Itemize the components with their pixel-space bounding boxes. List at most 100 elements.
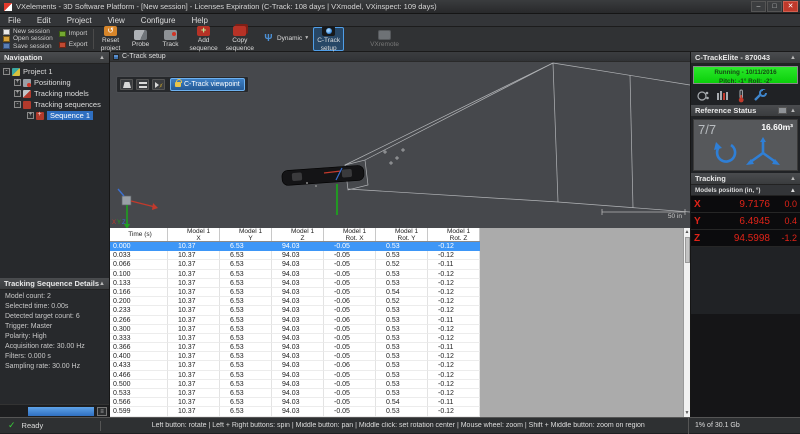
table-cell: 6.53 [220,279,272,288]
c-track-setup-button[interactable]: C-Track setup [313,27,344,51]
sidebar-item-positioning[interactable]: +Positioning [0,77,109,88]
column-header[interactable]: Model 1Rot. Z [428,228,480,241]
minimize-button[interactable]: – [751,1,766,12]
table-scrollbar[interactable]: ▲ ▼ [683,228,690,417]
close-button[interactable]: ✕ [783,1,798,12]
dynamic-button[interactable]: ΨDynamic▼ [258,27,313,51]
c-track-header[interactable]: C-TrackElite - 870043 ▲ [691,52,800,64]
menu-edit[interactable]: Edit [29,14,59,27]
collapse-icon[interactable]: ▲ [99,52,105,64]
sidebar-item-sequence-1[interactable]: +Sequence 1 [0,110,109,121]
sidebar-item-tracking-sequences[interactable]: -Tracking sequences [0,99,109,110]
table-row[interactable]: 0.00010.376.5394.03-0.050.53-0.12 [110,242,480,251]
add-sequence-button[interactable]: +Add sequence [186,27,222,51]
table-row[interactable]: 0.06610.376.5394.03-0.050.52-0.11 [110,260,480,269]
header-line1: Model 1 [178,228,219,235]
table-row[interactable]: 0.50010.376.5394.03-0.050.53-0.12 [110,380,480,389]
table-row[interactable]: 0.46610.376.5394.03-0.050.53-0.12 [110,371,480,380]
table-cell: -0.12 [428,242,480,251]
collapse-icon[interactable]: ▲ [99,278,105,290]
column-header[interactable]: Time (s) [110,228,168,241]
table-row[interactable]: 0.20010.376.5394.03-0.060.52-0.12 [110,297,480,306]
c-track-viewpoint-button[interactable]: C-Track viewpoint [170,78,245,91]
tree-expander-icon[interactable]: + [27,112,34,119]
table-cell: 0.366 [110,343,168,352]
table-row[interactable]: 0.36610.376.5394.03-0.050.53-0.11 [110,343,480,352]
reset-project-button[interactable]: ↺Reset project [96,27,126,51]
tracking-header[interactable]: Tracking ▲ [691,173,800,185]
sidebar-item-tracking-models[interactable]: +Tracking models [0,88,109,99]
track-button[interactable]: Track [156,27,186,51]
table-cell: 94.03 [272,407,324,416]
view-frustum-icon[interactable] [120,79,133,90]
new-session-button[interactable]: New session [3,28,53,35]
models-position-header[interactable]: Models position (in, °) ▲ [691,185,800,196]
navigation-header[interactable]: Navigation ▲ [0,52,109,64]
copy-sequence-icon [233,26,246,36]
viewpoint-button-label: C-Track viewpoint [184,81,240,88]
tree-expander-icon[interactable]: + [14,79,21,86]
calibration-icon[interactable] [716,89,730,103]
table-row[interactable]: 0.13310.376.5394.03-0.050.53-0.12 [110,279,480,288]
collapse-icon[interactable]: ▲ [790,185,796,195]
probe-button[interactable]: Probe [126,27,156,51]
temperature-icon[interactable] [736,89,746,103]
column-header[interactable]: Model 1Y [220,228,272,241]
scroll-thumb[interactable] [685,237,690,263]
tracker-status-line1: Running - 10/11/2016 [694,68,797,77]
menu-help[interactable]: Help [183,14,215,27]
tree-expander-icon[interactable]: - [3,68,10,75]
sidebar-item-project-1[interactable]: -Project 1 [0,66,109,77]
table-cell: 10.37 [168,407,220,416]
open-session-button[interactable]: Open session [3,35,53,42]
table-row[interactable]: 0.53310.376.5394.03-0.050.53-0.12 [110,389,480,398]
column-header[interactable]: Model 1Rot. Y [376,228,428,241]
column-header[interactable]: Model 1X [168,228,220,241]
button-label: Probe [132,41,149,48]
menu-file[interactable]: File [0,14,29,27]
table-row[interactable]: 0.43310.376.5394.03-0.060.53-0.12 [110,361,480,370]
title-bar[interactable]: VXelements - 3D Software Platform - [New… [0,0,800,14]
menu-view[interactable]: View [100,14,133,27]
table-row[interactable]: 0.10010.376.5394.03-0.050.53-0.12 [110,270,480,279]
camera-view-icon[interactable] [778,107,787,114]
list-menu-button[interactable]: ≡ [97,407,107,416]
reference-status-header[interactable]: Reference Status ▲ [691,105,800,117]
tree-expander-icon[interactable]: - [14,101,21,108]
tree-expander-icon[interactable]: + [14,90,21,97]
split-view-icon[interactable] [136,79,149,90]
lock-icon [175,82,181,87]
viewport-canvas[interactable]: C-Track viewpoint 50 in XYZ [110,62,690,228]
save-session-button[interactable]: Save session [3,43,53,50]
collapse-icon[interactable]: ▲ [790,52,796,64]
table-row[interactable]: 0.23310.376.5394.03-0.050.53-0.12 [110,306,480,315]
maximize-button[interactable]: □ [767,1,782,12]
table-row[interactable]: 0.40010.376.5394.03-0.050.53-0.12 [110,352,480,361]
table-row[interactable]: 0.26610.376.5394.03-0.060.53-0.11 [110,316,480,325]
table-row[interactable]: 0.16610.376.5394.03-0.050.54-0.12 [110,288,480,297]
table-cell: 0.066 [110,260,168,269]
table-row[interactable]: 0.03310.376.5394.03-0.050.53-0.12 [110,251,480,260]
projector-alert-icon[interactable] [152,79,165,90]
import-button[interactable]: Import [59,30,88,37]
copy-sequence-button[interactable]: Copy sequence [222,27,258,51]
menu-project[interactable]: Project [59,14,100,27]
configuration-icon[interactable] [752,89,768,103]
viewport-3d[interactable]: C-Track setup [110,52,690,228]
table-row[interactable]: 0.59910.376.5394.03-0.050.53-0.12 [110,407,480,416]
targets-detection-icon[interactable] [696,89,710,103]
dropdown-arrow-icon[interactable]: ▼ [304,36,309,42]
table-row[interactable]: 0.30010.376.5394.03-0.050.53-0.12 [110,325,480,334]
table-cell: -0.12 [428,270,480,279]
column-header[interactable]: Model 1Z [272,228,324,241]
column-header[interactable]: Model 1Rot. X [324,228,376,241]
collapse-icon[interactable]: ▲ [790,173,796,185]
table-cell: -0.05 [324,352,376,361]
table-row[interactable]: 0.33310.376.5394.03-0.050.53-0.12 [110,334,480,343]
collapse-icon[interactable]: ▲ [790,105,796,117]
export-button[interactable]: Export [59,41,88,48]
table-row[interactable]: 0.56610.376.5394.03-0.050.54-0.11 [110,398,480,407]
sequence-details-header[interactable]: Tracking Sequence Details ▲ [0,278,109,290]
progress-bar [28,407,94,416]
menu-configure[interactable]: Configure [133,14,184,27]
